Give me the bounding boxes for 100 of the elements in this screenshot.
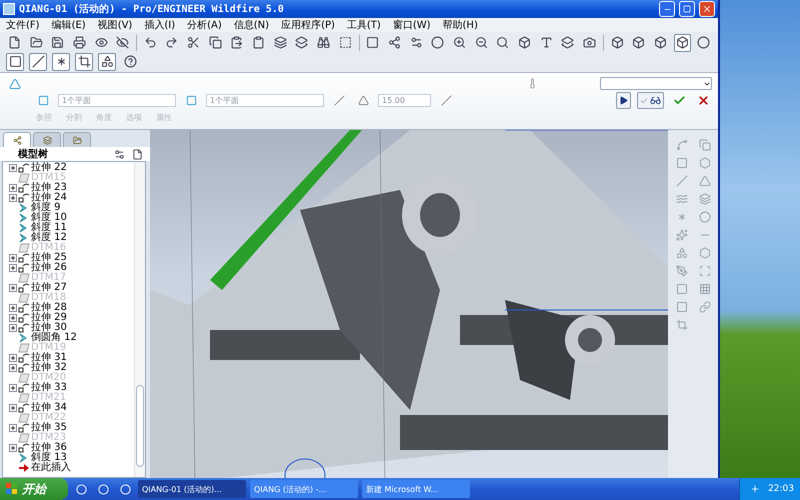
expand-icon[interactable]	[9, 324, 17, 332]
extrude-icon	[18, 443, 30, 453]
extrude-icon	[18, 183, 30, 193]
minimize-button[interactable]	[659, 1, 675, 17]
menu-item[interactable]: 插入(I)	[144, 18, 176, 32]
datum-plane-icon	[18, 293, 30, 303]
extrude-icon	[18, 303, 30, 313]
menu-item[interactable]: 窗口(W)	[392, 18, 431, 32]
tree-item[interactable]: 拉伸 23	[31, 183, 67, 193]
taskbar-button[interactable]: 新建 Microsoft W...	[362, 480, 470, 498]
expand-icon[interactable]	[9, 254, 17, 262]
maximize-icon	[683, 5, 691, 13]
play-icon	[619, 96, 628, 105]
expand-icon[interactable]	[9, 194, 17, 202]
expand-icon[interactable]	[9, 424, 17, 432]
tree-item[interactable]: 斜度 13	[31, 453, 67, 463]
panel-tab[interactable]	[3, 132, 31, 147]
nodes-icon[interactable]	[386, 34, 403, 52]
maximize-button[interactable]	[679, 1, 695, 17]
tree-item[interactable]: 倒圆角 12	[31, 333, 77, 343]
extrude-icon	[18, 163, 30, 173]
expand-icon[interactable]	[9, 364, 17, 372]
folder-icon	[72, 136, 82, 144]
start-button[interactable]: 开始	[0, 478, 68, 500]
tree-item[interactable]: 拉伸 27	[31, 283, 67, 293]
graphics-viewport[interactable]	[150, 130, 668, 478]
tree-item[interactable]: 拉伸 28	[31, 303, 67, 313]
panel-tab[interactable]	[33, 132, 61, 147]
panel-tab[interactable]	[63, 132, 91, 147]
datum-plane-icon	[18, 343, 30, 353]
datum-plane-icon	[18, 273, 30, 283]
menu-item[interactable]: 工具(T)	[346, 18, 381, 32]
tree-item[interactable]: 拉伸 36	[31, 443, 67, 453]
copy-icon[interactable]	[206, 34, 224, 52]
clock: 22:03	[768, 484, 794, 494]
csys-display-icon[interactable]	[75, 52, 93, 70]
expand-icon[interactable]	[9, 264, 17, 272]
tree-item[interactable]: 拉伸 24	[31, 193, 67, 203]
expand-icon[interactable]	[9, 404, 17, 412]
tree-item[interactable]: 斜度 11	[31, 223, 67, 233]
layers-icon	[42, 136, 52, 144]
tree-item[interactable]: 拉伸 29	[31, 313, 67, 323]
expand-icon[interactable]	[9, 184, 17, 192]
menu-item[interactable]: 编辑(E)	[52, 18, 86, 32]
close-button[interactable]	[699, 1, 715, 17]
expand-icon[interactable]	[9, 444, 17, 452]
tree-item[interactable]: 拉伸 33	[31, 383, 67, 393]
menu-item[interactable]: 帮助(H)	[442, 18, 478, 32]
plane-display-icon[interactable]	[6, 52, 24, 70]
tree-item[interactable]: 拉伸 32	[31, 363, 67, 373]
tree-item[interactable]: 斜度 10	[31, 213, 67, 223]
scrollbar[interactable]	[134, 162, 145, 477]
annotation-display-icon[interactable]	[98, 52, 116, 70]
printer-icon[interactable]	[71, 34, 88, 52]
preview-button[interactable]	[637, 92, 664, 109]
expand-icon[interactable]	[9, 164, 17, 172]
tree-item[interactable]: 拉伸 26	[31, 263, 67, 273]
tree-title: 模型树	[18, 148, 49, 161]
expand-icon[interactable]	[9, 314, 17, 322]
tree-item[interactable]: 拉伸 34	[31, 403, 67, 413]
tree-item[interactable]: 拉伸 31	[31, 353, 67, 363]
tree-item[interactable]: 拉伸 25	[31, 253, 67, 263]
datum-plane-icon	[18, 433, 30, 443]
scroll-thumb[interactable]	[136, 385, 144, 467]
shaded-cube-icon[interactable]	[674, 34, 691, 52]
expand-icon[interactable]	[9, 354, 17, 362]
tree-icon	[12, 136, 22, 144]
menu-item[interactable]: 分析(A)	[187, 18, 222, 32]
sphere-icon[interactable]	[430, 34, 446, 52]
tree-item[interactable]: 拉伸 35	[31, 423, 67, 433]
play-button[interactable]	[616, 92, 631, 109]
tree-item[interactable]: 斜度 9	[31, 203, 61, 213]
menu-item[interactable]: 视图(V)	[98, 18, 132, 32]
cube-icon[interactable]	[652, 34, 669, 52]
extrude-icon	[18, 353, 30, 363]
taskbar-button[interactable]: QIANG (活动的) -...	[250, 480, 358, 498]
layers-icon[interactable]	[272, 34, 289, 52]
extrude-icon	[18, 263, 30, 273]
layer-icon[interactable]	[560, 34, 576, 52]
window-title: QIANG-01 (活动的) - Pro/ENGINEER Wildfire 5.0	[19, 2, 285, 16]
tree-item[interactable]: 在此插入	[31, 463, 71, 473]
extrude-icon	[18, 323, 30, 333]
menu-item[interactable]: 文件(F)	[6, 18, 40, 32]
datum-plane-icon	[18, 413, 30, 423]
extrude-icon	[18, 403, 30, 413]
extrude-icon	[18, 283, 30, 293]
expand-icon[interactable]	[9, 304, 17, 312]
hide-icon[interactable]	[114, 34, 132, 52]
tree-item[interactable]: 斜度 12	[31, 233, 67, 243]
tree-item[interactable]: 拉伸 30	[31, 323, 67, 333]
tree-item[interactable]: 拉伸 22	[31, 163, 67, 173]
point-display-icon[interactable]	[52, 52, 70, 70]
stack-icon[interactable]	[294, 34, 310, 52]
dropdown-field[interactable]	[600, 77, 712, 90]
menu-item[interactable]: 应用程序(P)	[281, 18, 335, 32]
expand-icon[interactable]	[9, 384, 17, 392]
taskbar-button[interactable]: QIANG-01 (活动的)...	[138, 480, 246, 498]
menu-item[interactable]: 信息(N)	[234, 18, 270, 32]
expand-icon[interactable]	[9, 284, 17, 292]
axis-display-icon[interactable]	[29, 52, 47, 70]
